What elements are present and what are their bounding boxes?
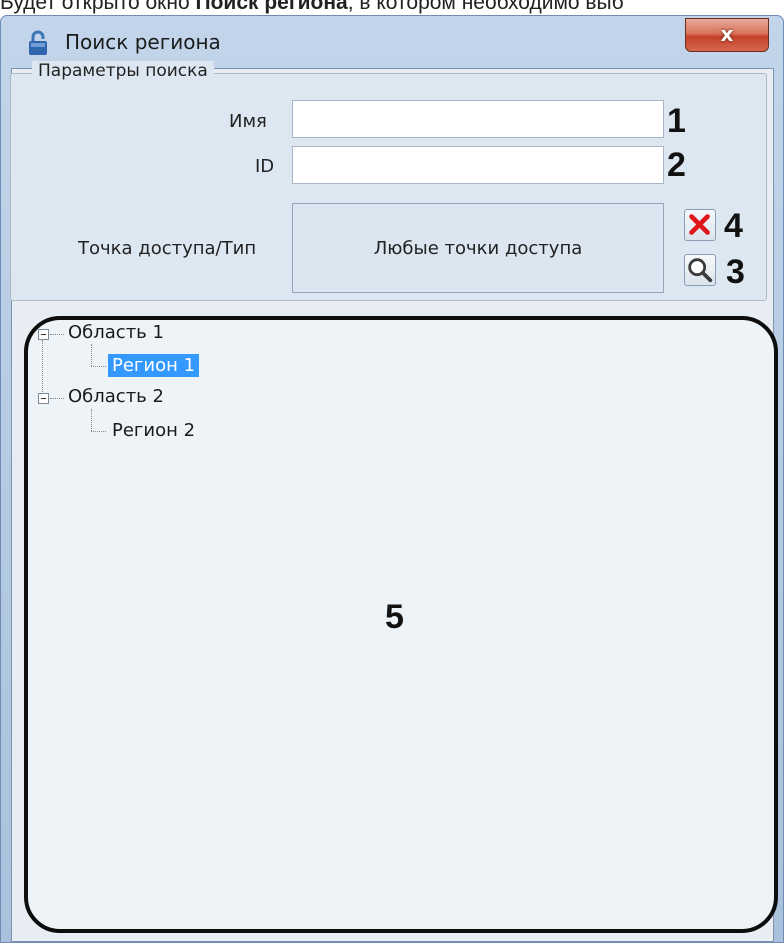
close-icon: x <box>720 22 734 46</box>
callout-2: 2 <box>667 146 686 184</box>
tree-connector <box>91 409 92 431</box>
tree-node-region-1-selected[interactable]: Регион 1 <box>108 354 200 377</box>
access-point-selector[interactable]: Любые точки доступа <box>292 203 664 293</box>
access-point-label: Точка доступа/Тип <box>78 238 257 259</box>
magnifier-icon <box>688 258 713 283</box>
callout-4: 4 <box>724 207 743 245</box>
name-input[interactable] <box>292 100 664 138</box>
tree-node-oblast-1[interactable]: Область 1 <box>68 322 164 343</box>
name-label: Имя <box>229 111 267 132</box>
tree-node-region-2[interactable]: Регион 2 <box>112 420 195 441</box>
collapse-icon[interactable] <box>38 393 49 404</box>
lock-icon <box>29 30 47 55</box>
close-button[interactable]: x <box>685 18 769 52</box>
tree-connector <box>91 344 92 366</box>
clear-x-icon <box>689 214 710 235</box>
tree-connector <box>50 398 64 399</box>
search-params-legend: Параметры поиска <box>32 61 214 81</box>
collapse-icon[interactable] <box>38 329 49 340</box>
tree-node-oblast-2[interactable]: Область 2 <box>68 386 164 407</box>
doc-text-bold: Поиск региона <box>195 0 348 14</box>
tree-connector <box>91 366 106 367</box>
access-point-value: Любые точки доступа <box>373 237 583 259</box>
clear-button[interactable] <box>684 209 716 241</box>
tree-connector <box>91 431 106 432</box>
id-label: ID <box>255 156 275 177</box>
callout-5: 5 <box>385 598 404 636</box>
callout-1: 1 <box>667 102 686 140</box>
search-button[interactable] <box>684 254 716 286</box>
tree-connector <box>50 334 64 335</box>
doc-text-before: Будет открыто окно <box>0 0 196 14</box>
callout-3: 3 <box>726 253 745 291</box>
window-title: Поиск региона <box>65 30 221 54</box>
id-input[interactable] <box>292 146 664 184</box>
doc-text-after: , в котором необходимо выб <box>347 0 624 14</box>
